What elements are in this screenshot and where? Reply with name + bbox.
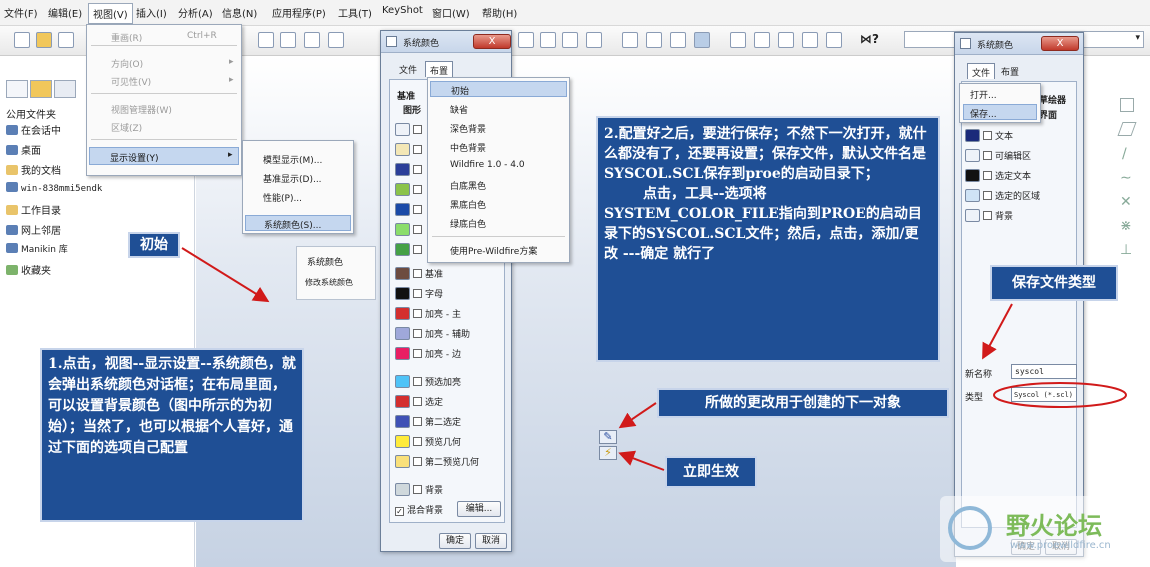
arrow-apply-next <box>618 402 657 429</box>
annotation-arrows <box>181 247 1127 471</box>
watermark-url: www.proewildfire.cn <box>1010 540 1111 551</box>
arrow-apply-now <box>618 450 665 471</box>
arrow-initial <box>181 247 270 303</box>
watermark: 野火论坛 www.proewildfire.cn <box>940 496 1146 562</box>
watermark-logo-text: 野火论坛 <box>1006 511 1102 540</box>
logo-ring-icon <box>948 506 992 550</box>
arrow-save-type <box>982 303 1013 360</box>
highlight-ellipse <box>993 382 1127 408</box>
